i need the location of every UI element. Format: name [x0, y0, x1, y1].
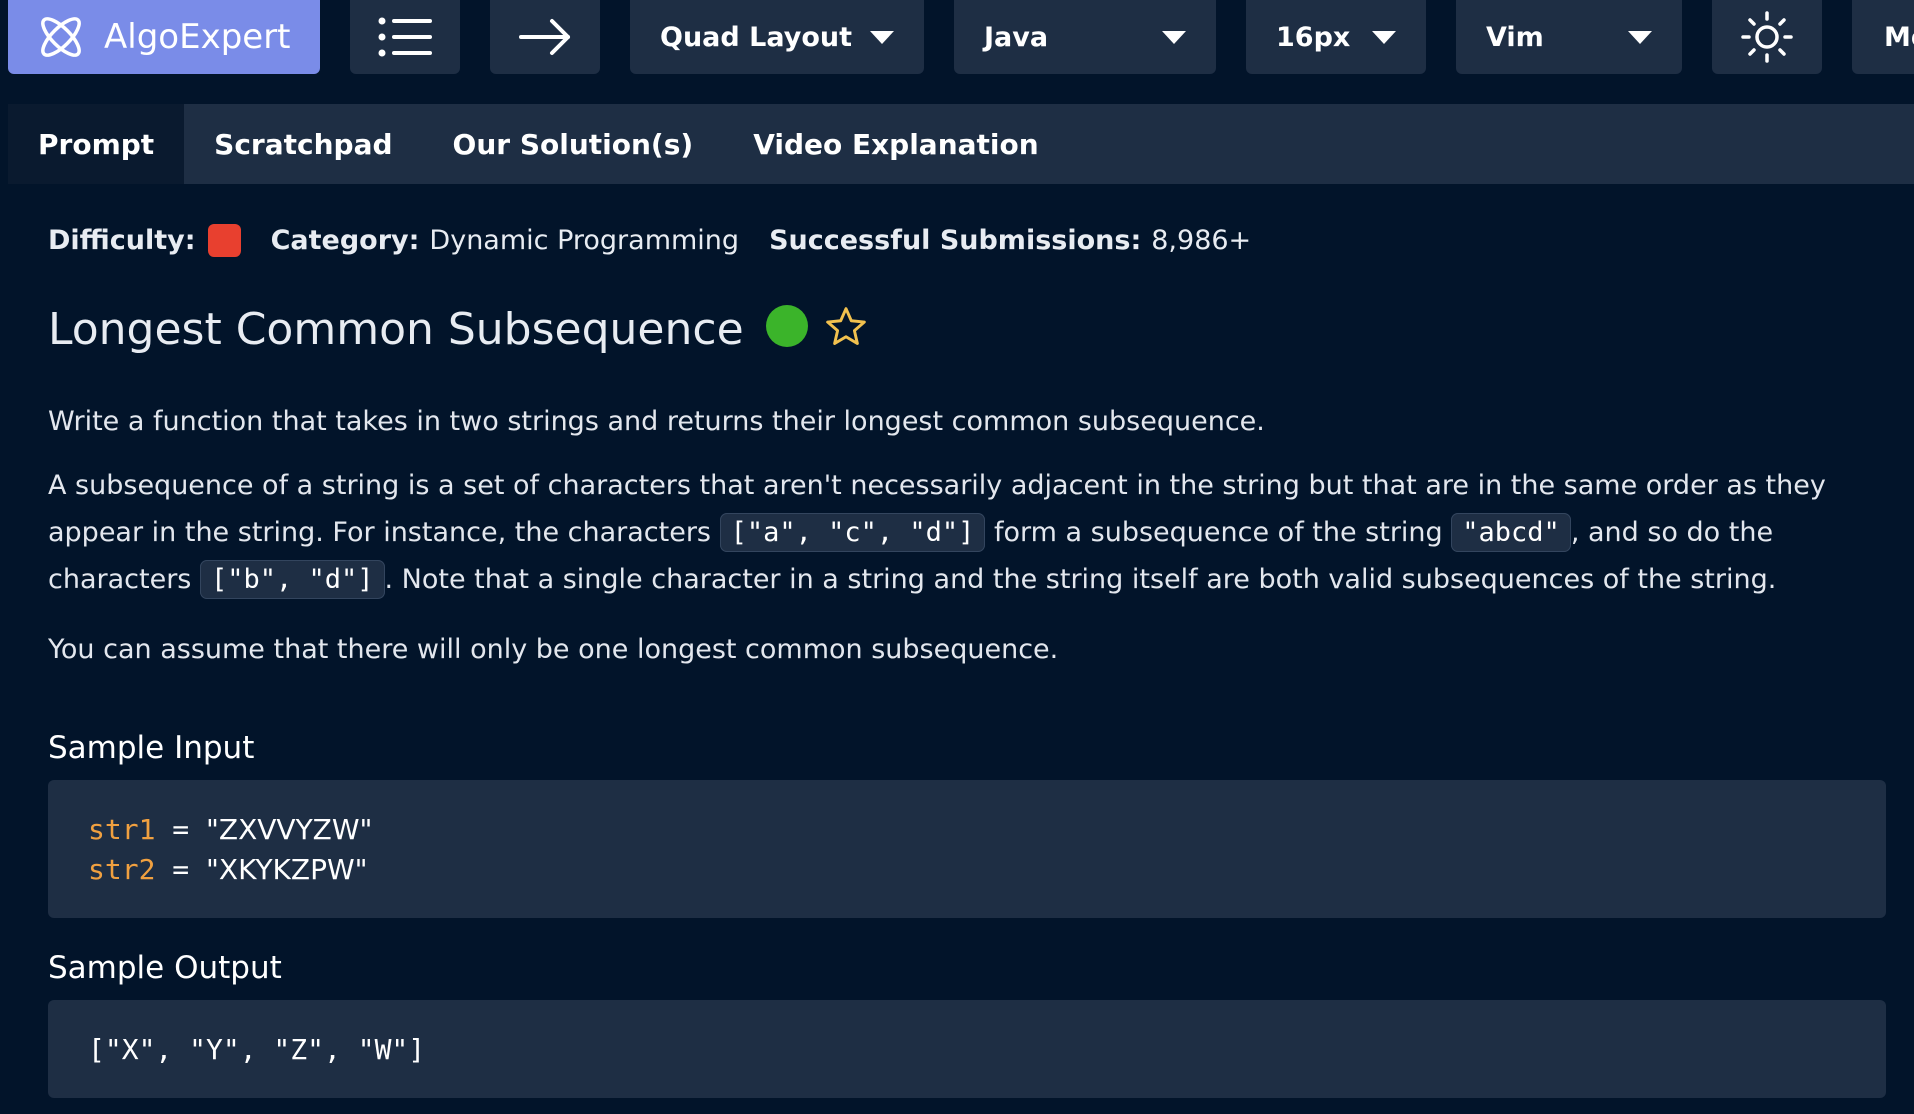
layout-dropdown-value: Quad Layout: [660, 21, 852, 53]
code-string: "XKYKZPW": [206, 853, 368, 886]
algoexpert-logo[interactable]: AlgoExpert: [8, 0, 320, 74]
caret-down-icon: [870, 30, 894, 44]
font-size-dropdown[interactable]: 16px: [1246, 0, 1426, 74]
theme-toggle-button[interactable]: [1712, 0, 1822, 74]
caret-down-icon: [1628, 30, 1652, 44]
text-segment: . Note that a single character in a stri…: [384, 564, 1777, 595]
submissions-value: 8,986+: [1151, 225, 1252, 256]
code-variable: str2: [88, 853, 156, 886]
inline-code: "abcd": [1451, 513, 1571, 552]
keybinding-dropdown[interactable]: Vim: [1456, 0, 1682, 74]
content-tabs: Prompt Scratchpad Our Solution(s) Video …: [8, 104, 1914, 184]
brand-name: AlgoExpert: [104, 17, 291, 57]
caret-down-icon: [1372, 30, 1396, 44]
language-dropdown[interactable]: Java: [954, 0, 1216, 74]
inline-code: ["b", "d"]: [199, 560, 385, 599]
tab-our-solutions[interactable]: Our Solution(s): [423, 104, 724, 184]
layout-dropdown[interactable]: Quad Layout: [630, 0, 924, 74]
arrow-right-icon: [519, 19, 570, 55]
tab-video-explanation[interactable]: Video Explanation: [723, 104, 1069, 184]
code-line: str2 = "XKYKZPW": [88, 850, 1846, 890]
tab-prompt[interactable]: Prompt: [8, 104, 185, 184]
question-title: Longest Common Subsequence: [48, 304, 744, 355]
code-operator: =: [155, 813, 207, 846]
prompt-paragraph-2: A subsequence of a string is a set of ch…: [48, 462, 1888, 603]
font-size-dropdown-value: 16px: [1276, 21, 1351, 53]
code-string: "ZXVVYZW": [206, 813, 373, 846]
submissions-label: Successful Submissions:: [769, 225, 1142, 256]
sample-input-code: str1 = "ZXVVYZW" str2 = "XKYKZPW": [48, 780, 1886, 918]
tab-scratchpad[interactable]: Scratchpad: [184, 104, 422, 184]
tab-label: Scratchpad: [214, 127, 393, 161]
top-toolbar: AlgoExpert Quad Layout Java 16px Vim M: [0, 0, 1914, 74]
category-value: Dynamic Programming: [429, 225, 740, 256]
question-title-row: Longest Common Subsequence: [48, 304, 868, 355]
more-menu-button[interactable]: Mo: [1852, 0, 1914, 74]
sample-output-code: ["X", "Y", "Z", "W"]: [48, 1000, 1886, 1098]
inline-code: ["a", "c", "d"]: [719, 513, 986, 552]
more-menu-label: Mo: [1884, 21, 1914, 53]
tab-label: Our Solution(s): [452, 127, 694, 161]
language-dropdown-value: Java: [984, 21, 1049, 53]
star-icon[interactable]: [824, 305, 868, 349]
sun-icon: [1741, 11, 1793, 63]
question-meta: Difficulty: Category: Dynamic Programmin…: [48, 224, 1281, 257]
category-label: Category:: [270, 225, 420, 256]
prompt-paragraph-1: Write a function that takes in two strin…: [48, 406, 1265, 437]
code-operator: =: [155, 853, 207, 886]
sample-output-heading: Sample Output: [48, 950, 282, 986]
sample-input-heading: Sample Input: [48, 730, 255, 766]
atom-logo-icon: [41, 17, 81, 57]
caret-down-icon: [1162, 30, 1186, 44]
completion-status-icon: [765, 304, 808, 347]
tab-label: Video Explanation: [753, 127, 1039, 161]
tab-label: Prompt: [38, 127, 155, 161]
keybinding-dropdown-value: Vim: [1486, 21, 1544, 53]
difficulty-hard-badge: [207, 224, 241, 257]
code-output: ["X", "Y", "Z", "W"]: [88, 1033, 426, 1066]
prompt-paragraph-3: You can assume that there will only be o…: [48, 634, 1059, 665]
question-list-button[interactable]: [350, 0, 460, 74]
code-variable: str1: [88, 813, 156, 846]
code-line: str1 = "ZXVVYZW": [88, 810, 1846, 850]
difficulty-label: Difficulty:: [48, 225, 196, 256]
list-icon: [378, 17, 432, 57]
text-segment: form a subsequence of the string: [985, 517, 1452, 548]
next-question-button[interactable]: [490, 0, 600, 74]
